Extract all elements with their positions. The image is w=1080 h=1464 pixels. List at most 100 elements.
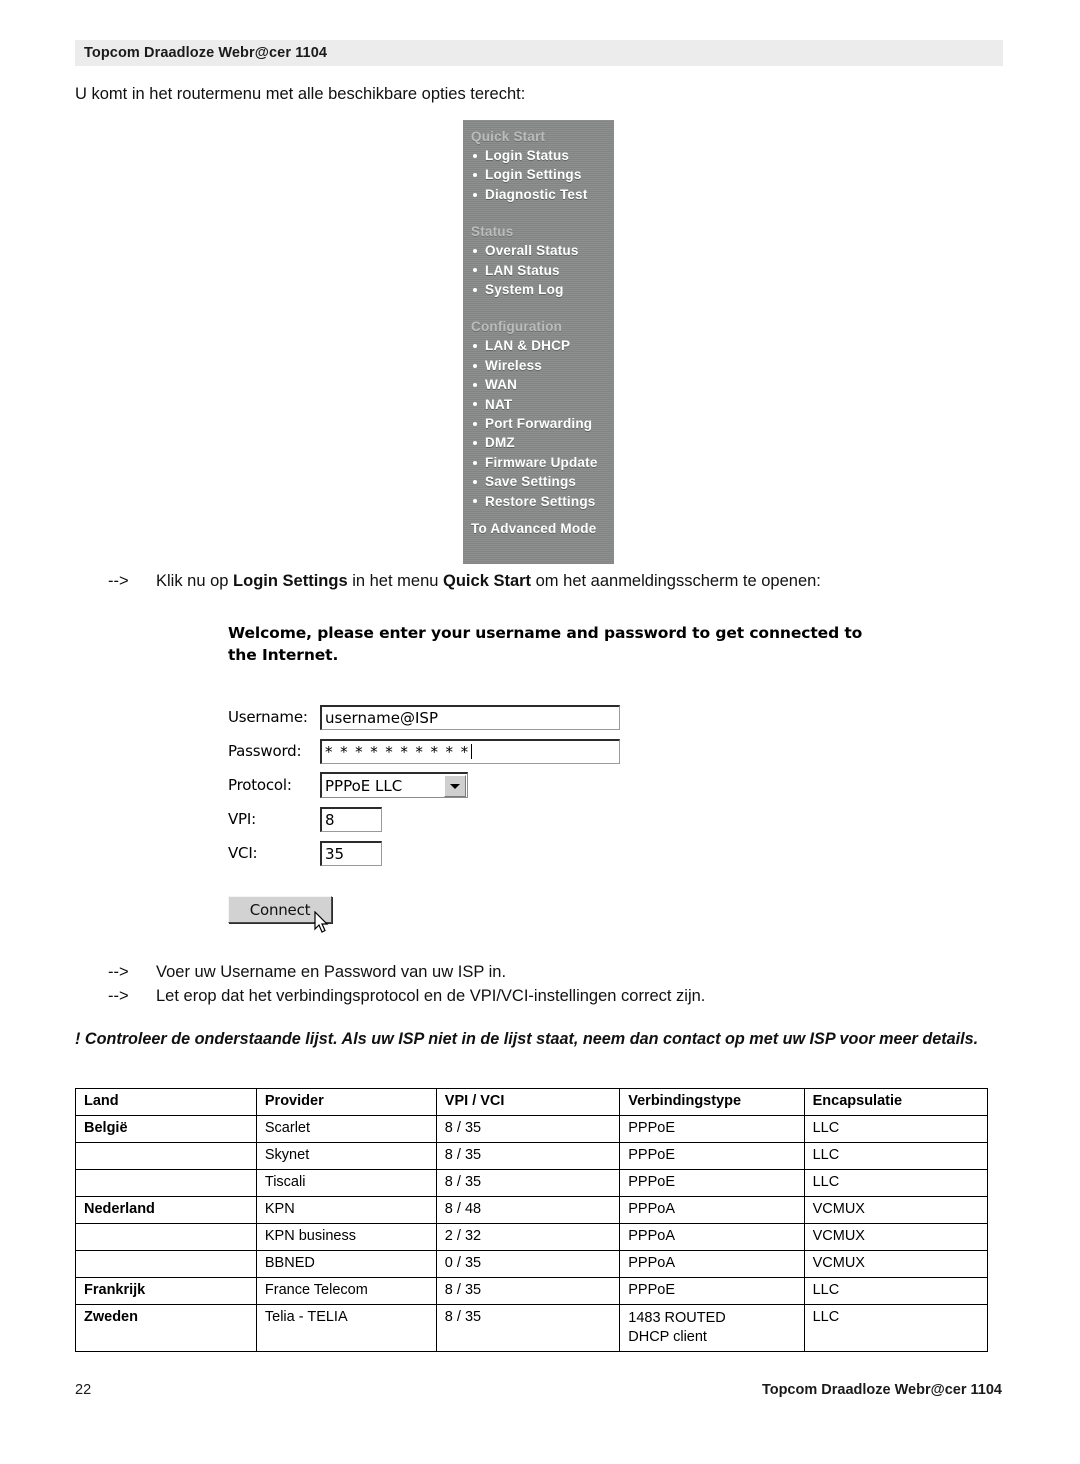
column-header-land: Land — [75, 1088, 257, 1116]
bullet-icon — [473, 192, 477, 197]
menu-item-lan-status[interactable]: LAN Status — [463, 261, 614, 280]
page-header-title: Topcom Draadloze Webr@cer 1104 — [84, 45, 328, 61]
column-header-provider: Provider — [255, 1088, 437, 1116]
step-1-text-mid: in het menu — [347, 572, 444, 590]
bullet-icon — [473, 479, 477, 484]
isp-settings-table: Land Provider VPI / VCI Verbindingstype … — [75, 1088, 989, 1352]
field-row-protocol: Protocol: PPPoE LLC — [228, 772, 908, 798]
cell-land: Zweden — [75, 1304, 257, 1352]
menu-item-save-settings[interactable]: Save Settings — [463, 472, 614, 491]
table-row: KPN business 2 / 32 PPPoA VCMUX — [75, 1223, 989, 1251]
cell-provider: KPN business — [255, 1223, 437, 1251]
cell-type: PPPoA — [619, 1196, 805, 1224]
cell-type: PPPoE — [619, 1142, 805, 1170]
menu-item-nat[interactable]: NAT — [463, 395, 614, 414]
bullet-icon — [473, 153, 477, 158]
cell-land: België — [75, 1115, 257, 1143]
bullet-icon — [473, 402, 477, 407]
intro-paragraph: U komt in het routermenu met alle beschi… — [75, 85, 526, 103]
menu-item-label: Login Status — [485, 148, 570, 163]
menu-item-lan-dhcp[interactable]: LAN & DHCP — [463, 336, 614, 355]
footer-page-number: 22 — [75, 1382, 92, 1398]
menu-item-overall-status[interactable]: Overall Status — [463, 241, 614, 260]
login-form-fields: Username: username@ISP Password: * * * *… — [228, 704, 908, 933]
menu-item-system-log[interactable]: System Log — [463, 280, 614, 299]
menu-item-dmz[interactable]: DMZ — [463, 433, 614, 452]
vci-label: VCI: — [228, 844, 258, 862]
cell-provider: Telia - TELIA — [255, 1304, 437, 1352]
menu-spacer — [463, 301, 614, 317]
menu-item-login-settings[interactable]: Login Settings — [463, 165, 614, 184]
table-row: Nederland KPN 8 / 48 PPPoA VCMUX — [75, 1196, 989, 1224]
menu-item-login-status[interactable]: Login Status — [463, 146, 614, 165]
menu-item-label: Wireless — [485, 357, 543, 373]
cell-provider: Scarlet — [255, 1115, 437, 1143]
arrow-marker: --> — [108, 572, 129, 590]
menu-group-configuration: Configuration LAN & DHCP Wireless WAN NA… — [463, 317, 614, 511]
password-masked-value: * * * * * * * * * * — [325, 742, 470, 761]
text-caret — [470, 743, 472, 759]
cell-vpi-vci: 8 / 48 — [435, 1196, 621, 1224]
vpi-label: VPI: — [228, 810, 256, 828]
cell-vpi-vci: 8 / 35 — [435, 1304, 621, 1352]
username-input[interactable]: username@ISP — [320, 704, 620, 730]
password-label: Password: — [228, 742, 302, 760]
menu-item-firmware-update[interactable]: Firmware Update — [463, 453, 614, 472]
table-row: Frankrijk France Telecom 8 / 35 PPPoE LL… — [75, 1277, 989, 1305]
menu-heading-configuration: Configuration — [471, 319, 563, 335]
bullet-icon — [473, 441, 477, 446]
menu-item-label: DMZ — [485, 435, 515, 451]
table-row: Skynet 8 / 35 PPPoE LLC — [75, 1142, 989, 1170]
password-input[interactable]: * * * * * * * * * * — [320, 738, 620, 764]
menu-group-quick-start: Quick Start Login Status Login Settings … — [463, 127, 614, 204]
protocol-selected-value: PPPoE LLC — [325, 776, 403, 795]
cell-encap: LLC — [803, 1115, 989, 1143]
page-header-band: Topcom Draadloze Webr@cer 1104 — [75, 40, 1003, 66]
cell-encap: LLC — [803, 1304, 989, 1352]
table-row: Zweden Telia - TELIA 8 / 35 1483 ROUTED D… — [75, 1304, 989, 1352]
bullet-icon — [473, 173, 477, 178]
menu-item-label: Login Settings — [485, 167, 582, 183]
cell-encap: VCMUX — [803, 1196, 989, 1224]
column-header-verbindingstype: Verbindingstype — [619, 1088, 805, 1116]
field-row-vci: VCI: 35 — [228, 840, 908, 866]
bullet-icon — [473, 499, 477, 504]
menu-item-label: Save Settings — [485, 474, 577, 490]
menu-item-restore-settings[interactable]: Restore Settings — [463, 492, 614, 511]
field-row-password: Password: * * * * * * * * * * — [228, 738, 908, 764]
cell-land — [75, 1250, 257, 1278]
menu-item-to-advanced-mode[interactable]: To Advanced Mode — [463, 519, 614, 539]
footer-title: Topcom Draadloze Webr@cer 1104 — [761, 1382, 1002, 1398]
vpi-input[interactable]: 8 — [320, 806, 382, 832]
router-menu-screenshot: Quick Start Login Status Login Settings … — [463, 120, 614, 564]
protocol-select[interactable]: PPPoE LLC — [320, 772, 468, 798]
step-1-bold-login-settings: Login Settings — [233, 572, 348, 590]
menu-item-wireless[interactable]: Wireless — [463, 356, 614, 375]
menu-item-label: Firmware Update — [485, 454, 598, 470]
menu-heading-quick-start: Quick Start — [471, 129, 546, 144]
step-3-text: Let erop dat het verbindingsprotocol en … — [156, 987, 706, 1005]
menu-item-wan[interactable]: WAN — [463, 375, 614, 394]
menu-item-diagnostic-test[interactable]: Diagnostic Test — [463, 185, 614, 204]
login-settings-screenshot: Welcome, please enter your username and … — [228, 622, 908, 933]
login-welcome-title: Welcome, please enter your username and … — [228, 624, 863, 664]
cell-encap: LLC — [803, 1277, 989, 1305]
cell-encap: VCMUX — [803, 1250, 989, 1278]
menu-item-port-forwarding[interactable]: Port Forwarding — [463, 414, 614, 433]
cell-type: PPPoE — [619, 1277, 805, 1305]
bullet-icon — [473, 287, 477, 292]
menu-item-label: Restore Settings — [485, 493, 596, 509]
cell-type: PPPoA — [619, 1223, 805, 1251]
table-row: Tiscali 8 / 35 PPPoE LLC — [75, 1169, 989, 1197]
cell-type: PPPoA — [619, 1250, 805, 1278]
bullet-icon — [473, 460, 477, 465]
cell-encap: VCMUX — [803, 1223, 989, 1251]
step-1-text-post: om het aanmeldingsscherm te openen: — [531, 572, 821, 590]
cell-land: Frankrijk — [75, 1277, 257, 1305]
cell-encap: LLC — [803, 1142, 989, 1170]
cell-provider: Skynet — [255, 1142, 437, 1170]
vci-input[interactable]: 35 — [320, 840, 382, 866]
menu-item-label: LAN & DHCP — [485, 338, 571, 354]
chevron-down-icon[interactable] — [444, 775, 466, 797]
cell-provider: France Telecom — [255, 1277, 437, 1305]
